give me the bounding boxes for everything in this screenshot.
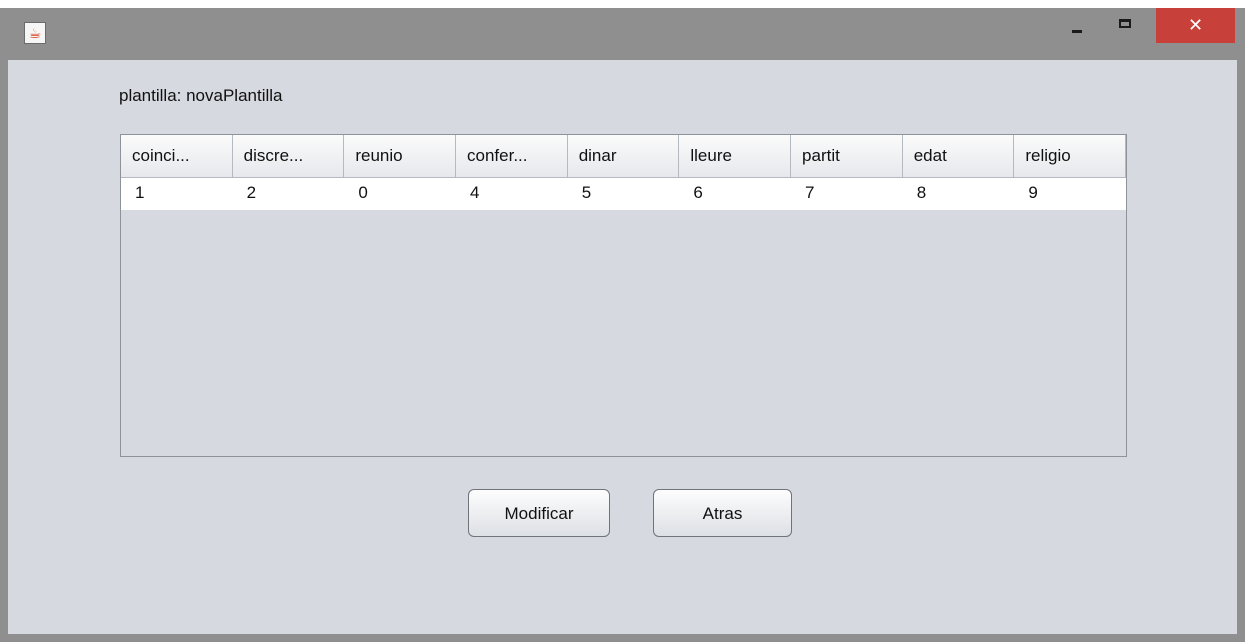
content-panel: plantilla: novaPlantilla coinci... discr… [8, 60, 1237, 634]
column-header-edat[interactable]: edat [902, 135, 1015, 178]
table-cell[interactable]: 4 [456, 178, 568, 210]
close-button[interactable]: ✕ [1156, 8, 1235, 43]
column-header-lleure[interactable]: lleure [679, 135, 792, 178]
template-label: plantilla: novaPlantilla [119, 86, 283, 105]
column-header-discrecio[interactable]: discre... [232, 135, 345, 178]
table-cell[interactable]: 8 [903, 178, 1015, 210]
table-header: coinci... discre... reunio confer... din… [121, 135, 1127, 178]
column-header-religio[interactable]: religio [1014, 135, 1127, 178]
column-header-partit[interactable]: partit [791, 135, 903, 178]
close-icon: ✕ [1187, 15, 1204, 35]
column-header-reunio[interactable]: reunio [344, 135, 457, 178]
table-cell[interactable]: 0 [344, 178, 456, 210]
column-header-coincidencies[interactable]: coinci... [121, 135, 233, 178]
table-cell[interactable]: 6 [679, 178, 791, 210]
template-table[interactable]: coinci... discre... reunio confer... din… [120, 134, 1127, 457]
java-icon[interactable]: ☕ [24, 22, 46, 44]
table-row[interactable]: 1 2 0 4 5 6 7 8 9 [121, 178, 1126, 210]
minimize-button[interactable] [1060, 8, 1092, 44]
back-button[interactable]: Atras [653, 489, 792, 537]
modify-button[interactable]: Modificar [468, 489, 610, 537]
column-header-conferencia[interactable]: confer... [456, 135, 568, 178]
column-header-dinar[interactable]: dinar [567, 135, 680, 178]
title-bar[interactable]: ☕ ✕ [0, 8, 1245, 60]
application-window: ☕ ✕ plantilla: novaPlantilla coinci... d… [0, 8, 1245, 642]
table-cell[interactable]: 9 [1014, 178, 1126, 210]
maximize-button[interactable] [1108, 8, 1142, 44]
table-cell[interactable]: 5 [568, 178, 680, 210]
table-cell[interactable]: 1 [121, 178, 233, 210]
table-cell[interactable]: 7 [791, 178, 903, 210]
table-cell[interactable]: 2 [233, 178, 345, 210]
